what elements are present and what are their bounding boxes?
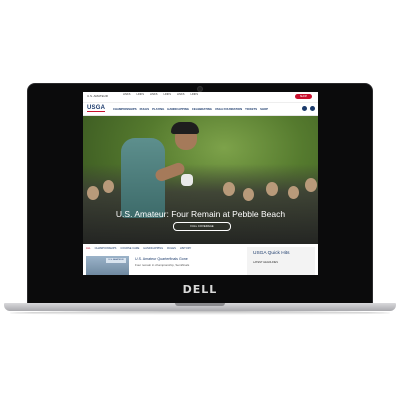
spectator: [87, 186, 99, 200]
utility-link[interactable]: LINKS: [137, 93, 145, 96]
tab-handicapping[interactable]: HANDICAPPING: [143, 247, 163, 250]
webcam: [198, 87, 202, 91]
quick-hits-item[interactable]: LATEST HEADLINES: [253, 261, 278, 264]
shop-button[interactable]: SHOP: [295, 94, 312, 99]
spectator: [288, 186, 299, 199]
spectator: [305, 178, 317, 192]
utility-link[interactable]: LINKS: [150, 93, 158, 96]
tab-history[interactable]: HISTORY: [180, 247, 191, 250]
spectator: [266, 182, 278, 196]
utility-link[interactable]: LINKS: [177, 93, 185, 96]
hero-crowd: [83, 164, 318, 244]
tab-rules[interactable]: RULES: [167, 247, 176, 250]
dell-logo: DELL: [182, 283, 218, 296]
nav-items: CHAMPIONSHIPS RULES PLAYING HANDICAPPING…: [113, 107, 268, 111]
utility-link[interactable]: LINKS: [123, 93, 131, 96]
nav-item-foundation[interactable]: USGA FOUNDATION: [215, 107, 242, 111]
story-subtitle: Four remain in championship, Semifinals: [135, 263, 190, 267]
spectator: [243, 188, 254, 201]
utility-bar: U.S. AMATEUR LINKS LINKS LINKS LINKS LIN…: [83, 92, 318, 103]
nav-item-shop[interactable]: SHOP: [260, 107, 268, 111]
story-title[interactable]: U.S. Amateur Quarterfinals Gone: [135, 257, 205, 261]
utility-brand: U.S. AMATEUR: [87, 94, 108, 98]
hero-headline[interactable]: U.S. Amateur: Four Remain at Pebble Beac…: [83, 209, 318, 219]
nav-item-handicapping[interactable]: HANDICAPPING: [167, 107, 189, 111]
golfer-glove: [181, 174, 193, 186]
thumb-badge: U.S. AMATEUR: [106, 258, 126, 263]
nav-item-playing[interactable]: PLAYING: [152, 107, 164, 111]
laptop-base-notch: [175, 303, 225, 306]
nav-item-tickets[interactable]: TICKETS: [245, 107, 257, 111]
utility-link[interactable]: LINKS: [164, 93, 172, 96]
story-thumbnail[interactable]: U.S. AMATEUR: [86, 256, 129, 275]
main-nav: USGA CHAMPIONSHIPS RULES PLAYING HANDICA…: [83, 103, 318, 116]
content-section: ALL CHAMPIONSHIPS COURSE CARE HANDICAPPI…: [83, 244, 318, 275]
quick-hits-title: USGA Quick Hits: [253, 251, 290, 256]
usga-logo[interactable]: USGA: [87, 105, 106, 112]
spectator: [103, 180, 114, 193]
tab-championships[interactable]: CHAMPIONSHIPS: [95, 247, 117, 250]
search-icon[interactable]: [310, 106, 315, 111]
nav-item-rules[interactable]: RULES: [140, 107, 149, 111]
utility-link[interactable]: LINKS: [191, 93, 199, 96]
tab-course-care[interactable]: COURSE CARE: [120, 247, 139, 250]
nav-item-celebrating[interactable]: CELEBRATING: [192, 107, 212, 111]
utility-links: LINKS LINKS LINKS LINKS LINKS LINKS: [123, 93, 198, 96]
laptop-shadow: [10, 311, 390, 315]
tab-all[interactable]: ALL: [86, 247, 91, 250]
user-icon[interactable]: [302, 106, 307, 111]
nav-item-championships[interactable]: CHAMPIONSHIPS: [113, 107, 137, 111]
hero-banner[interactable]: U.S. Amateur: Four Remain at Pebble Beac…: [83, 116, 318, 244]
laptop-screen: U.S. AMATEUR LINKS LINKS LINKS LINKS LIN…: [83, 92, 318, 275]
spectator: [223, 182, 235, 196]
full-coverage-button[interactable]: FULL COVERAGE: [173, 222, 231, 231]
quick-hits-panel: USGA Quick Hits LATEST HEADLINES: [247, 247, 315, 275]
golfer-cap: [171, 122, 199, 134]
content-tabs: ALL CHAMPIONSHIPS COURSE CARE HANDICAPPI…: [86, 247, 191, 250]
